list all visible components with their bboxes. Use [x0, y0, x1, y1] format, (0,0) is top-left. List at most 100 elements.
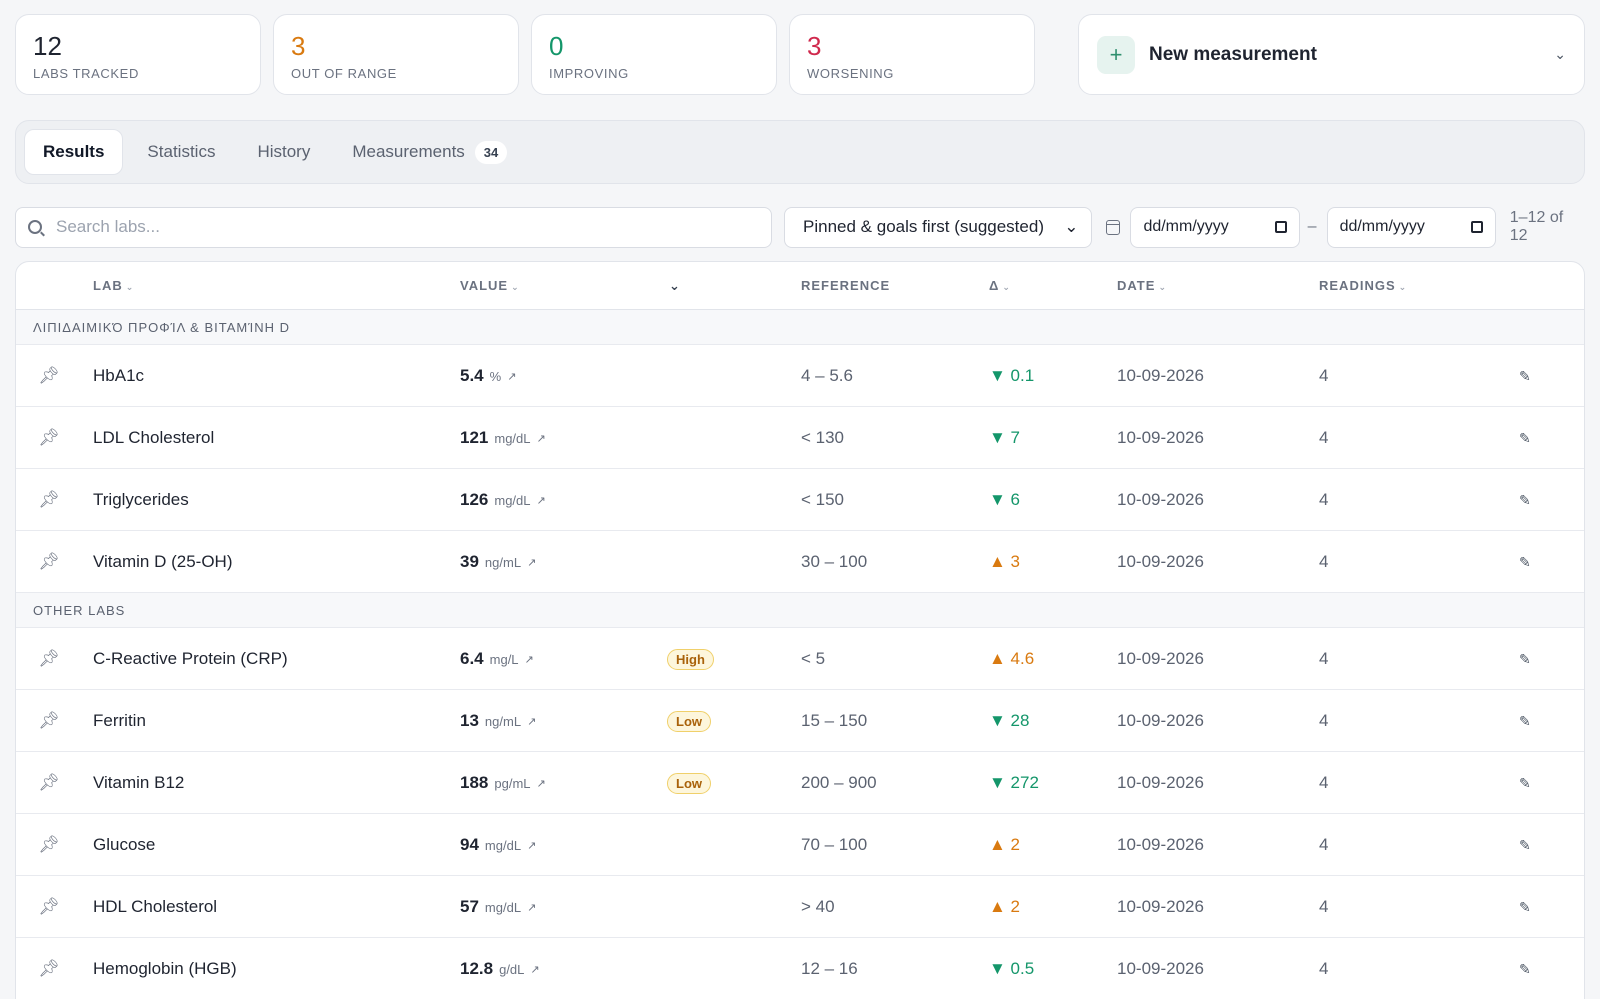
edit-icon[interactable]: ✎ — [1519, 814, 1531, 876]
calendar-icon[interactable] — [1274, 221, 1287, 233]
lab-name[interactable]: Hemoglobin (HGB) — [93, 938, 237, 999]
lab-name[interactable]: Vitamin B12 — [93, 752, 184, 814]
table-body: ΛΙΠΙΔΑΙΜΙΚΌ ΠΡΟΦΊΛ & ΒΙΤΑΜΊΝΗ D 📌︎ HbA1c… — [16, 310, 1584, 999]
header-value[interactable]: Value ⌄ — [460, 278, 520, 293]
pin-icon[interactable]: 📌︎ — [38, 876, 60, 938]
readings-count: 4 — [1319, 649, 1329, 668]
trend-icon[interactable]: ↗ — [537, 432, 546, 445]
edit-icon[interactable]: ✎ — [1519, 628, 1531, 690]
date-to-input[interactable]: dd/mm/yyyy — [1326, 206, 1496, 248]
reference-range: < 130 — [801, 428, 845, 447]
value-number: 188 — [460, 773, 489, 792]
edit-icon[interactable]: ✎ — [1519, 752, 1531, 814]
pin-icon[interactable]: 📌︎ — [38, 407, 60, 469]
readings-count: 4 — [1319, 773, 1329, 792]
edit-icon[interactable]: ✎ — [1519, 690, 1531, 752]
delta-value: ▼ 0.1 — [989, 366, 1035, 385]
trend-icon[interactable]: ↗ — [527, 901, 536, 914]
table-row[interactable]: 📌︎ Hemoglobin (HGB) 12.8 g/dL ↗ 12 – 16 … — [16, 938, 1584, 999]
header-delta[interactable]: Δ ⌄ — [989, 278, 1011, 293]
pin-icon[interactable]: 📌︎ — [38, 814, 60, 876]
filter-bar: Search labs... Pinned & goals first (sug… — [15, 206, 1585, 248]
stat-label: Labs tracked — [33, 66, 139, 81]
header-readings[interactable]: Readings ⌄ — [1319, 278, 1407, 293]
trend-icon[interactable]: ↗ — [537, 494, 546, 507]
lab-name[interactable]: Ferritin — [93, 690, 146, 752]
readings-count: 4 — [1319, 366, 1329, 385]
measurement-date: 10-09-2026 — [1117, 649, 1204, 668]
stat-card-labs-tracked: 12 Labs tracked — [15, 14, 261, 95]
table-row[interactable]: 📌︎ LDL Cholesterol 121 mg/dL ↗ < 130 ▼ 7… — [16, 407, 1584, 469]
search-input[interactable]: Search labs... — [15, 206, 773, 248]
trend-icon[interactable]: ↗ — [525, 653, 534, 666]
table-row[interactable]: 📌︎ Vitamin D (25-OH) 39 ng/mL ↗ 30 – 100… — [16, 531, 1584, 593]
delta-value: ▲ 2 — [989, 835, 1021, 854]
pin-icon[interactable]: 📌︎ — [38, 628, 60, 690]
pin-icon[interactable]: 📌︎ — [38, 345, 60, 407]
tab-bar: Results Statistics History Measurements 3… — [15, 120, 1585, 184]
lab-name[interactable]: HbA1c — [93, 345, 144, 407]
table-row[interactable]: 📌︎ Vitamin B12 188 pg/mL ↗ Low 200 – 900… — [16, 752, 1584, 814]
value-unit: pg/mL — [494, 775, 531, 791]
table-row[interactable]: 📌︎ HDL Cholesterol 57 mg/dL ↗ > 40 ▲ 2 1… — [16, 876, 1584, 938]
lab-value: 13 ng/mL ↗ — [460, 690, 536, 752]
new-measurement-button[interactable]: + New measurement ⌄ — [1078, 14, 1585, 95]
trend-icon[interactable]: ↗ — [537, 777, 546, 790]
edit-icon[interactable]: ✎ — [1519, 345, 1531, 407]
table-row[interactable]: 📌︎ HbA1c 5.4 % ↗ 4 – 5.6 ▼ 0.1 10-09-202… — [16, 345, 1584, 407]
table-row[interactable]: 📌︎ C-Reactive Protein (CRP) 6.4 mg/L ↗ H… — [16, 628, 1584, 690]
trend-icon[interactable]: ↗ — [527, 715, 536, 728]
calendar-icon[interactable] — [1470, 221, 1483, 233]
lab-name[interactable]: Glucose — [93, 814, 155, 876]
lab-name[interactable]: C-Reactive Protein (CRP) — [93, 628, 288, 690]
pin-icon[interactable]: 📌︎ — [38, 531, 60, 593]
reference-range: 12 – 16 — [801, 959, 858, 978]
table-row[interactable]: 📌︎ Glucose 94 mg/dL ↗ 70 – 100 ▲ 2 10-09… — [16, 814, 1584, 876]
value-number: 126 — [460, 490, 489, 509]
sort-select[interactable]: Pinned & goals first (suggested) ⌄ — [784, 206, 1092, 248]
trend-icon[interactable]: ↗ — [530, 963, 539, 976]
edit-icon[interactable]: ✎ — [1519, 469, 1531, 531]
date-from-input[interactable]: dd/mm/yyyy — [1130, 206, 1300, 248]
pin-icon[interactable]: 📌︎ — [38, 752, 60, 814]
table-row[interactable]: 📌︎ Ferritin 13 ng/mL ↗ Low 15 – 150 ▼ 28… — [16, 690, 1584, 752]
search-placeholder: Search labs... — [56, 217, 160, 236]
group-header: ΛΙΠΙΔΑΙΜΙΚΌ ΠΡΟΦΊΛ & ΒΙΤΑΜΊΝΗ D — [16, 310, 1584, 345]
measurement-date: 10-09-2026 — [1117, 897, 1204, 916]
tab-history[interactable]: History — [239, 129, 328, 175]
delta-value: ▲ 3 — [989, 552, 1021, 571]
chevron-down-icon[interactable]: ⌄ — [669, 278, 681, 294]
chevron-down-icon[interactable]: ⌄ — [1554, 46, 1566, 63]
edit-icon[interactable]: ✎ — [1519, 531, 1531, 593]
header-date[interactable]: Date ⌄ — [1117, 278, 1167, 293]
pin-icon[interactable]: 📌︎ — [38, 938, 60, 999]
edit-icon[interactable]: ✎ — [1519, 407, 1531, 469]
lab-value: 6.4 mg/L ↗ — [460, 628, 534, 690]
header-lab[interactable]: Lab ⌄ — [93, 278, 134, 293]
readings-count: 4 — [1319, 490, 1329, 509]
edit-icon[interactable]: ✎ — [1519, 876, 1531, 938]
tab-measurements[interactable]: Measurements 34 — [334, 129, 525, 175]
table-row[interactable]: 📌︎ Triglycerides 126 mg/dL ↗ < 150 ▼ 6 1… — [16, 469, 1584, 531]
pin-icon[interactable]: 📌︎ — [38, 690, 60, 752]
lab-name[interactable]: Triglycerides — [93, 469, 189, 531]
lab-name[interactable]: HDL Cholesterol — [93, 876, 217, 938]
edit-icon[interactable]: ✎ — [1519, 938, 1531, 999]
tab-label: Statistics — [147, 142, 216, 161]
trend-icon[interactable]: ↗ — [527, 839, 536, 852]
trend-icon[interactable]: ↗ — [507, 370, 516, 383]
readings-count: 4 — [1319, 552, 1329, 571]
trend-icon[interactable]: ↗ — [527, 556, 536, 569]
stat-value: 3 — [807, 31, 822, 61]
pin-icon[interactable]: 📌︎ — [38, 469, 60, 531]
tab-results[interactable]: Results — [24, 129, 124, 175]
count-badge: 34 — [474, 140, 508, 164]
lab-name[interactable]: LDL Cholesterol — [93, 407, 214, 469]
calendar-icon — [1105, 219, 1121, 235]
tab-statistics[interactable]: Statistics — [129, 129, 233, 175]
value-number: 12.8 — [460, 959, 494, 978]
stat-value: 0 — [549, 31, 564, 61]
lab-name[interactable]: Vitamin D (25-OH) — [93, 531, 233, 593]
measurement-date: 10-09-2026 — [1117, 773, 1204, 792]
reference-range: 4 – 5.6 — [801, 366, 853, 385]
